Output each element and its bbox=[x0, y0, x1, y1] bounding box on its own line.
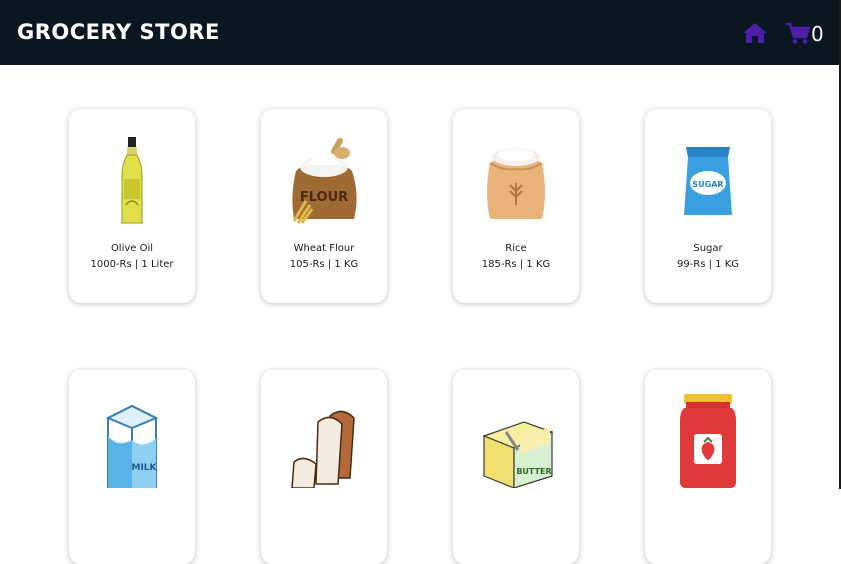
cart-icon bbox=[786, 23, 810, 44]
product-name: Sugar bbox=[693, 243, 723, 254]
olive-oil-bottle-icon bbox=[121, 137, 143, 224]
product-card-olive-oil[interactable]: Olive Oil 1000-Rs | 1 Liter bbox=[69, 109, 195, 303]
sugar-pack-icon: SUGAR bbox=[684, 147, 732, 215]
product-name: Olive Oil bbox=[110, 243, 154, 254]
rice-sack-icon bbox=[487, 148, 545, 219]
product-price: 99-Rs | 1 KG bbox=[676, 259, 740, 270]
flour-sack-icon: FLOUR bbox=[292, 137, 357, 224]
home-icon[interactable] bbox=[742, 22, 768, 44]
navbar: GROCERY STORE 0 bbox=[0, 0, 839, 65]
cart-count: 0 bbox=[811, 22, 824, 46]
bread-slices-icon bbox=[291, 410, 355, 488]
product-price: 1000-Rs | 1 Liter bbox=[90, 259, 174, 270]
product-card-bread[interactable] bbox=[261, 370, 387, 564]
store-title[interactable]: GROCERY STORE bbox=[17, 20, 220, 44]
product-name: Wheat Flour bbox=[293, 243, 355, 254]
product-card-butter[interactable]: BUTTER bbox=[453, 370, 579, 564]
sugar-label: SUGAR bbox=[692, 180, 723, 189]
product-price: 185-Rs | 1 KG bbox=[481, 259, 551, 270]
product-name: Rice bbox=[505, 243, 527, 254]
flour-label: FLOUR bbox=[300, 190, 348, 205]
milk-label: MILK bbox=[131, 463, 157, 473]
product-card-milk[interactable]: MILK bbox=[69, 370, 195, 564]
product-card-jam[interactable] bbox=[645, 370, 771, 564]
product-card-wheat-flour[interactable]: FLOUR Wheat Flour 105-Rs | 1 KG bbox=[261, 109, 387, 303]
product-card-sugar[interactable]: SUGAR Sugar 99-Rs | 1 KG bbox=[645, 109, 771, 303]
cart-button[interactable]: 0 bbox=[786, 21, 824, 47]
milk-carton-icon: MILK bbox=[105, 404, 159, 488]
butter-block-icon: BUTTER bbox=[482, 421, 554, 488]
product-card-rice[interactable]: Rice 185-Rs | 1 KG bbox=[453, 109, 579, 303]
product-price: 105-Rs | 1 KG bbox=[289, 259, 359, 270]
butter-label: BUTTER bbox=[516, 467, 551, 476]
strawberry-jam-jar-icon bbox=[680, 394, 736, 488]
